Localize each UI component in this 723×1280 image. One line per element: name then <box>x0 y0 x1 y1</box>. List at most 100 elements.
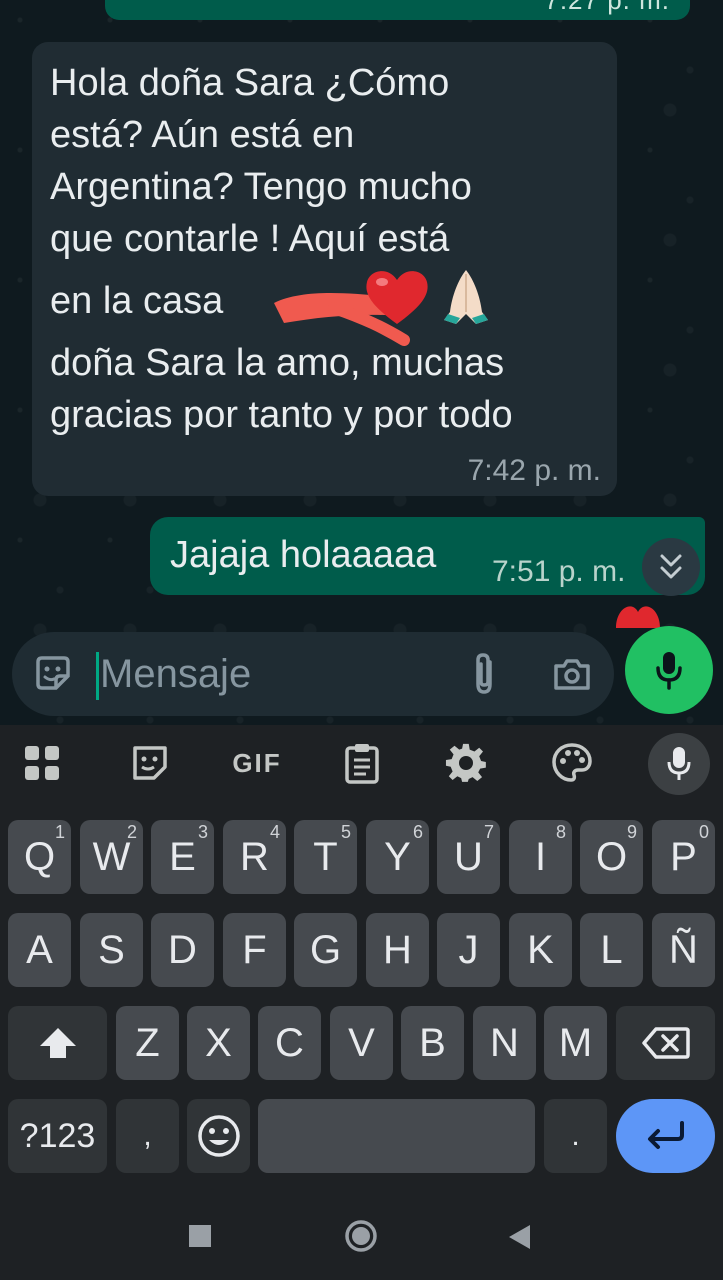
key-label: V <box>348 1020 375 1065</box>
gear-icon[interactable] <box>444 741 488 785</box>
outgoing-message-bubble[interactable]: Jajaja holaaaaa 7:51 p. m. <box>150 517 705 595</box>
incoming-message-bubble[interactable]: Hola doña Sara ¿Cómo está? Aún está en A… <box>32 42 617 496</box>
voice-message-button[interactable] <box>625 626 713 714</box>
shift-key[interactable] <box>8 1006 107 1080</box>
key-v[interactable]: V <box>330 1006 393 1080</box>
key-label: T <box>313 834 338 879</box>
attach-icon[interactable] <box>468 650 500 698</box>
key-u[interactable]: U7 <box>437 820 500 894</box>
enter-icon <box>647 1121 684 1149</box>
gif-label: GIF <box>232 747 282 778</box>
key-label: B <box>419 1020 446 1065</box>
key-label: L <box>600 927 623 972</box>
key-k[interactable]: K <box>509 913 572 987</box>
message-line: en la casa <box>50 280 224 322</box>
key-d[interactable]: D <box>151 913 214 987</box>
nav-back-icon[interactable] <box>508 1224 532 1250</box>
grid-icon[interactable] <box>20 741 64 785</box>
key-r[interactable]: R4 <box>223 820 286 894</box>
key-z[interactable]: Z <box>116 1006 179 1080</box>
key-x[interactable]: X <box>187 1006 250 1080</box>
voice-typing-button[interactable] <box>648 733 710 795</box>
message-input[interactable] <box>100 646 430 702</box>
scroll-to-bottom-button[interactable] <box>642 538 700 596</box>
key-n-tilde[interactable]: Ñ <box>652 913 715 987</box>
key-label: O <box>595 834 628 879</box>
key-label: P <box>670 834 697 879</box>
message-time: 7:27 p. m. <box>544 0 670 15</box>
message-line: está? Aún está en <box>50 114 355 156</box>
gif-button[interactable]: GIF <box>232 741 282 785</box>
key-label: C <box>275 1020 304 1065</box>
key-label: . <box>571 1119 580 1152</box>
comma-key[interactable]: , <box>116 1099 179 1173</box>
system-navigation-bar <box>0 1195 723 1280</box>
key-label: Q <box>23 834 56 879</box>
text-cursor <box>96 652 99 700</box>
key-w[interactable]: W2 <box>80 820 143 894</box>
emoji-key[interactable] <box>187 1099 250 1173</box>
clipboard-icon[interactable] <box>340 741 384 785</box>
sticker-icon[interactable] <box>32 652 74 694</box>
key-h[interactable]: H <box>366 913 429 987</box>
key-p[interactable]: P0 <box>652 820 715 894</box>
symbols-key[interactable]: ?123 <box>8 1099 107 1173</box>
palette-icon[interactable] <box>550 741 594 785</box>
key-label: H <box>383 927 412 972</box>
key-hint: 9 <box>626 822 637 842</box>
key-label: M <box>558 1020 593 1065</box>
key-e[interactable]: E3 <box>151 820 214 894</box>
mic-icon <box>656 652 682 690</box>
backspace-key[interactable] <box>616 1006 715 1080</box>
key-hint: 6 <box>412 822 423 842</box>
key-hint: 8 <box>555 822 566 842</box>
keyboard-toolbar: GIF <box>0 725 723 803</box>
key-g[interactable]: G <box>294 913 357 987</box>
key-label: , <box>143 1119 152 1152</box>
message-line: gracias por tanto y por todo <box>50 394 513 436</box>
space-key[interactable] <box>258 1099 535 1173</box>
message-time: 7:42 p. m. <box>467 454 601 487</box>
key-hint: 1 <box>54 822 65 842</box>
key-a[interactable]: A <box>8 913 71 987</box>
key-o[interactable]: O9 <box>580 820 643 894</box>
camera-icon[interactable] <box>552 654 592 694</box>
nav-recents-icon[interactable] <box>189 1225 211 1247</box>
key-hint: 2 <box>126 822 137 842</box>
key-label: ?123 <box>19 1116 96 1155</box>
key-l[interactable]: L <box>580 913 643 987</box>
key-b[interactable]: B <box>401 1006 464 1080</box>
message-line: Hola doña Sara ¿Cómo <box>50 62 450 104</box>
key-label: F <box>242 927 267 972</box>
key-hint: 3 <box>197 822 208 842</box>
key-label: E <box>169 834 196 879</box>
key-label: G <box>309 927 342 972</box>
message-text: Jajaja holaaaaa <box>170 534 437 576</box>
key-m[interactable]: M <box>544 1006 607 1080</box>
key-label: N <box>490 1020 519 1065</box>
key-label: R <box>240 834 269 879</box>
key-t[interactable]: T5 <box>294 820 357 894</box>
key-label: Ñ <box>669 927 698 972</box>
emoji-icon <box>197 1115 240 1157</box>
key-j[interactable]: J <box>437 913 500 987</box>
praying-hands-emoji-icon <box>444 270 488 324</box>
key-i[interactable]: I8 <box>509 820 572 894</box>
key-s[interactable]: S <box>80 913 143 987</box>
key-c[interactable]: C <box>258 1006 321 1080</box>
key-y[interactable]: Y6 <box>366 820 429 894</box>
sticker-icon[interactable] <box>128 741 172 785</box>
key-hint: 4 <box>269 822 280 842</box>
nav-home-icon[interactable] <box>344 1219 378 1253</box>
key-label: Z <box>135 1020 160 1065</box>
key-n[interactable]: N <box>473 1006 536 1080</box>
enter-key[interactable] <box>616 1099 715 1173</box>
period-key[interactable]: . <box>544 1099 607 1173</box>
key-f[interactable]: F <box>223 913 286 987</box>
backspace-icon <box>641 1027 690 1059</box>
previous-outgoing-bubble[interactable]: 7:27 p. m. <box>105 0 690 20</box>
key-q[interactable]: Q1 <box>8 820 71 894</box>
key-label: D <box>168 927 197 972</box>
key-label: I <box>534 834 547 879</box>
message-line: Argentina? Tengo mucho <box>50 166 472 208</box>
